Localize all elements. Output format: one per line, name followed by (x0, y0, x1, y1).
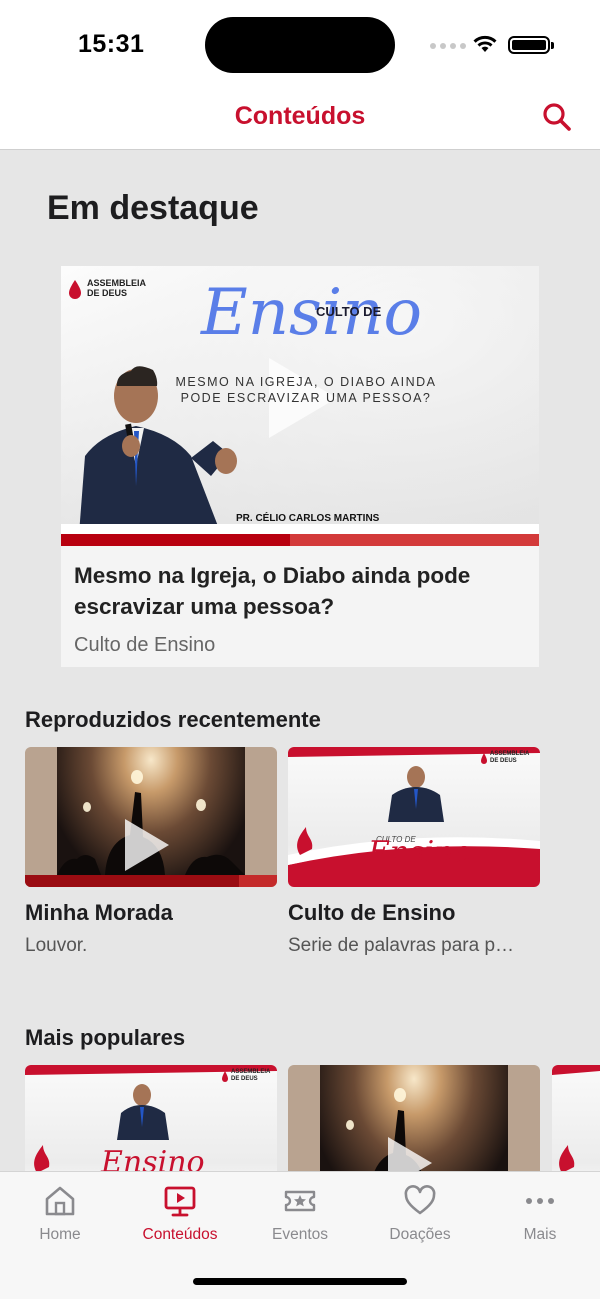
featured-thumbnail[interactable]: ASSEMBLEIA DE DEUS Ensino CULTO DE MESMO… (61, 266, 539, 534)
thumb-caption: MESMO NA IGREJA, O DIABO AINDA PODE ESCR… (175, 375, 437, 405)
video-icon (164, 1186, 196, 1217)
concert-art (25, 770, 277, 887)
featured-title[interactable]: Mesmo na Igreja, o Diabo ainda pode escr… (74, 560, 524, 622)
ticket-icon (284, 1190, 316, 1212)
recent-card-title: Culto de Ensino (288, 900, 456, 925)
more-icon (526, 1198, 554, 1204)
thumb-brand: ASSEMBLEIA DE DEUS (490, 751, 530, 764)
recent-thumbnail[interactable] (25, 747, 277, 887)
thumb-brand: ASSEMBLEIA DE DEUS (87, 278, 146, 298)
status-time: 15:31 (78, 30, 145, 58)
tab-eventos[interactable]: Eventos (240, 1184, 360, 1254)
battery-icon (508, 36, 554, 54)
thumb-brand: ASSEMBLEIA DE DEUS (231, 1069, 271, 1082)
thumb-ensino-script: Ensino (201, 276, 422, 350)
search-icon[interactable] (540, 100, 574, 134)
thumb-culto-de: CULTO DE (316, 304, 382, 319)
featured-card[interactable]: ASSEMBLEIA DE DEUS Ensino CULTO DE MESMO… (61, 266, 539, 667)
home-icon (45, 1186, 75, 1216)
section-title-popular: Mais populares (25, 1025, 186, 1050)
page-title: Conteúdos (234, 102, 366, 130)
home-indicator[interactable] (193, 1278, 407, 1285)
tab-label: Home (39, 1226, 81, 1243)
featured-subtitle: Culto de Ensino (74, 634, 216, 656)
tab-label: Mais (523, 1226, 557, 1243)
recent-progress-fill (25, 875, 240, 887)
featured-progress-fill (61, 534, 291, 546)
featured-progress-bar (61, 534, 539, 546)
tab-doacoes[interactable]: Doações (360, 1184, 480, 1254)
tab-label: Doações (389, 1226, 451, 1243)
wifi-icon (473, 35, 497, 52)
tab-label: Eventos (271, 1226, 328, 1243)
status-bar: 15:31 (0, 0, 600, 84)
recent-card-subtitle: Serie de palavras para p… (288, 935, 515, 956)
recent-card-title: Minha Morada (25, 900, 173, 925)
tab-mais[interactable]: Mais (480, 1184, 600, 1254)
tab-conteudos[interactable]: Conteúdos (120, 1184, 240, 1254)
tab-home[interactable]: Home (0, 1184, 120, 1254)
thumb-ensino-script: Ensino (368, 835, 472, 870)
dynamic-island (205, 17, 395, 73)
cellular-signal-icon (430, 43, 466, 51)
section-title-recent: Reproduzidos recentemente (25, 707, 321, 732)
recent-thumbnail[interactable]: ASSEMBLEIA DE DEUS CULTO DE Ensino (288, 747, 540, 887)
heart-icon (404, 1185, 436, 1215)
tab-label: Conteúdos (142, 1226, 218, 1243)
section-title-featured: Em destaque (47, 189, 259, 227)
thumb-speaker: PR. CÉLIO CARLOS MARTINS (236, 513, 380, 524)
nav-header: Conteúdos (0, 84, 600, 150)
recent-card-subtitle: Louvor. (25, 935, 88, 956)
